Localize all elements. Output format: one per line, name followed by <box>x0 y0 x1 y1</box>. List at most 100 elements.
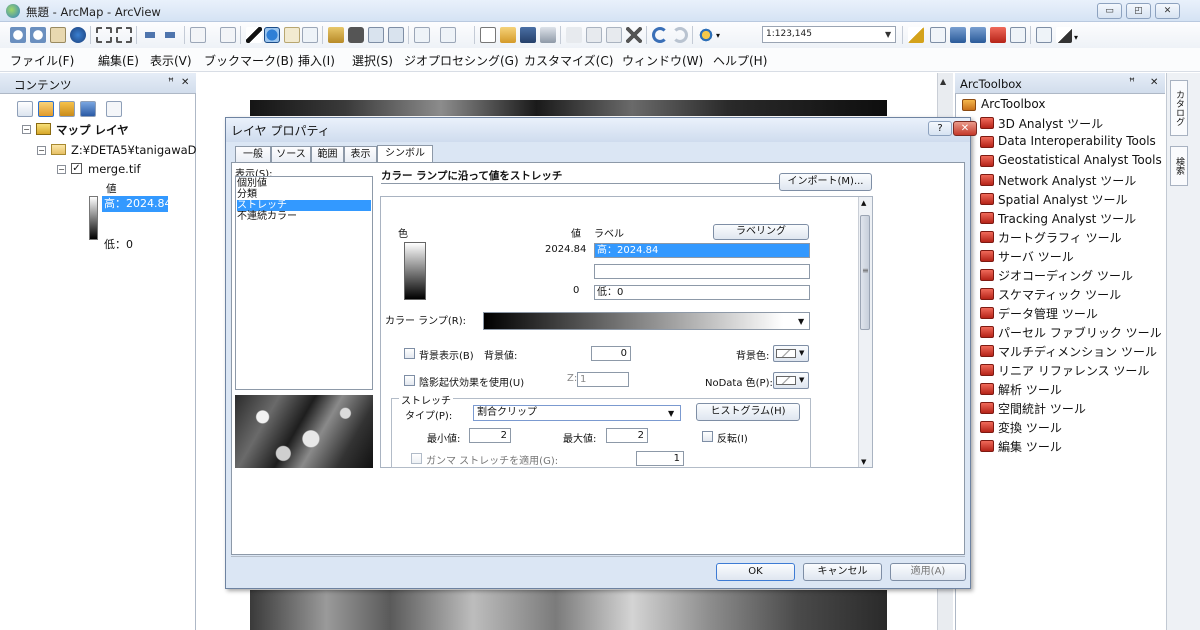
tab-general[interactable]: 一般 <box>235 146 271 163</box>
stretch-type-dropdown-icon[interactable]: ▼ <box>668 409 674 418</box>
menu-insert[interactable]: 挿入(I) <box>298 52 335 69</box>
collapse-icon[interactable]: − <box>37 146 46 155</box>
redo-icon[interactable] <box>672 27 688 43</box>
list-by-drawing-order-icon[interactable] <box>17 101 33 117</box>
map-scale-input[interactable]: 1:123,145 <box>762 26 896 43</box>
clear-selection-icon[interactable] <box>220 27 236 43</box>
collapse-icon[interactable]: − <box>57 165 66 174</box>
scroll-up-icon[interactable]: ▲ <box>861 199 866 207</box>
add-data-icon[interactable] <box>698 27 714 43</box>
cancel-button[interactable]: キャンセル <box>803 563 882 581</box>
renderer-classified[interactable]: 分類 <box>237 189 371 200</box>
legend-high-label[interactable]: 高：2024.84 <box>102 196 172 212</box>
list-by-source-icon[interactable] <box>38 101 54 117</box>
menu-bookmarks[interactable]: ブックマーク(B) <box>204 52 294 69</box>
toolbox-item-server[interactable]: サーバ ツール <box>998 248 1074 265</box>
tab-source[interactable]: ソース <box>271 146 311 163</box>
background-value-input[interactable]: 0 <box>591 346 631 361</box>
maximize-button[interactable]: ◰ <box>1126 3 1151 19</box>
scale-dropdown-icon[interactable]: ▼ <box>885 30 891 39</box>
print-icon[interactable] <box>540 27 556 43</box>
arctoolbox-root-label[interactable]: ArcToolbox <box>981 97 1045 111</box>
max-value-input[interactable]: 2 <box>606 428 648 443</box>
zoom-out-icon[interactable] <box>30 27 46 43</box>
toolbox-item-geocoding[interactable]: ジオコーディング ツール <box>998 267 1133 284</box>
nodata-color-dropdown-icon[interactable]: ▼ <box>799 376 804 384</box>
arctoolbox-window-icon[interactable] <box>990 27 1006 43</box>
color-ramp-select[interactable] <box>483 312 810 330</box>
invert-checkbox[interactable] <box>702 431 713 442</box>
modelbuilder-icon[interactable] <box>1036 27 1052 43</box>
background-color-dropdown-icon[interactable]: ▼ <box>799 349 804 357</box>
scroll-down-icon[interactable]: ▼ <box>861 458 866 466</box>
paste-icon[interactable] <box>606 27 622 43</box>
delete-icon[interactable] <box>626 27 642 43</box>
fixed-zoom-in-icon[interactable] <box>96 27 112 43</box>
z-factor-input[interactable]: 1 <box>577 372 629 387</box>
toolbox-item-data-management[interactable]: データ管理 ツール <box>998 305 1098 322</box>
renderer-unique-values[interactable]: 個別値 <box>237 178 371 189</box>
toolbox-item-3d-analyst[interactable]: 3D Analyst ツール <box>998 115 1103 132</box>
gamma-value-input[interactable]: 1 <box>636 451 684 466</box>
labeling-button[interactable]: ラベリング <box>713 224 809 240</box>
whats-this-icon[interactable] <box>1056 27 1072 43</box>
full-extent-icon[interactable] <box>70 27 86 43</box>
toolbox-item-cartography[interactable]: カートグラフィ ツール <box>998 229 1122 246</box>
collapse-icon[interactable]: − <box>22 125 31 134</box>
import-button[interactable]: インポート(M)... <box>779 173 872 191</box>
select-elements-icon[interactable] <box>246 27 262 43</box>
zoom-in-icon[interactable] <box>10 27 26 43</box>
tab-extent[interactable]: 範囲 <box>311 146 344 163</box>
python-window-icon[interactable] <box>1010 27 1026 43</box>
tab-display[interactable]: 表示 <box>344 146 377 163</box>
apply-button[interactable]: 適用(A) <box>890 563 966 581</box>
layer-name-label[interactable]: merge.tif <box>88 162 141 176</box>
gamma-checkbox[interactable] <box>411 453 422 464</box>
scroll-up-icon[interactable]: ▲ <box>940 77 946 86</box>
toolbox-close-icon[interactable]: ✕ <box>1150 77 1158 88</box>
toolbox-item-network-analyst[interactable]: Network Analyst ツール <box>998 172 1136 189</box>
menu-windows[interactable]: ウィンドウ(W) <box>622 52 703 69</box>
toolbox-item-data-interoperability[interactable]: Data Interoperability Tools <box>998 134 1156 148</box>
hillshade-checkbox[interactable] <box>404 375 415 386</box>
toolbox-item-editing[interactable]: 編集 ツール <box>998 438 1062 455</box>
toolbox-item-schematics[interactable]: スケマティック ツール <box>998 286 1121 303</box>
save-icon[interactable] <box>520 27 536 43</box>
toolbox-item-linear-referencing[interactable]: リニア リファレンス ツール <box>998 362 1149 379</box>
open-folder-icon[interactable] <box>500 27 516 43</box>
invert-checkbox-label[interactable]: 反転(I) <box>717 430 748 445</box>
toolbox-item-multidimension[interactable]: マルチディメンション ツール <box>998 343 1157 360</box>
undo-icon[interactable] <box>652 27 668 43</box>
toolbox-item-spatial-statistics[interactable]: 空間統計 ツール <box>998 400 1086 417</box>
pan-icon[interactable] <box>50 27 66 43</box>
toc-pin-icon[interactable]: ꟸ <box>168 77 174 88</box>
stretch-color-swatch[interactable] <box>404 242 426 300</box>
list-by-selection-icon[interactable] <box>80 101 96 117</box>
toolbar-overflow-icon[interactable]: ▾ <box>1074 33 1078 42</box>
dialog-help-button[interactable]: ? <box>928 121 952 136</box>
tab-symbology[interactable]: シンボル <box>377 145 433 163</box>
menu-edit[interactable]: 編集(E) <box>98 52 139 69</box>
middle-label-input[interactable] <box>594 264 810 279</box>
time-slider-icon[interactable] <box>414 27 430 43</box>
select-features-icon[interactable] <box>190 27 206 43</box>
menu-view[interactable]: 表示(V) <box>150 52 192 69</box>
catalog-window-icon[interactable] <box>950 27 966 43</box>
layer-visibility-checkbox[interactable]: ✓ <box>71 163 82 174</box>
cut-icon[interactable] <box>566 27 582 43</box>
background-checkbox-label[interactable]: 背景表示(B) <box>419 347 474 362</box>
low-label-input[interactable]: 低：0 <box>594 285 810 300</box>
hillshade-checkbox-label[interactable]: 陰影起伏効果を使用(U) <box>419 374 524 389</box>
folder-path-label[interactable]: Z:¥DETA5¥tanigawaDE <box>71 143 196 157</box>
measure-icon[interactable] <box>328 27 344 43</box>
options-icon[interactable] <box>106 101 122 117</box>
renderer-stretched[interactable]: ストレッチ <box>237 200 371 211</box>
menu-geoprocessing[interactable]: ジオプロセシング(G) <box>404 52 519 69</box>
toolbox-item-geostatistical[interactable]: Geostatistical Analyst Tools <box>998 153 1162 167</box>
toolbox-item-conversion[interactable]: 変換 ツール <box>998 419 1062 436</box>
search-window-icon[interactable] <box>970 27 986 43</box>
dialog-close-button[interactable]: ✕ <box>953 121 977 136</box>
renderer-discrete-color[interactable]: 不連続カラー <box>237 211 371 222</box>
forward-extent-icon[interactable] <box>162 32 178 38</box>
toc-close-icon[interactable]: ✕ <box>181 77 189 88</box>
